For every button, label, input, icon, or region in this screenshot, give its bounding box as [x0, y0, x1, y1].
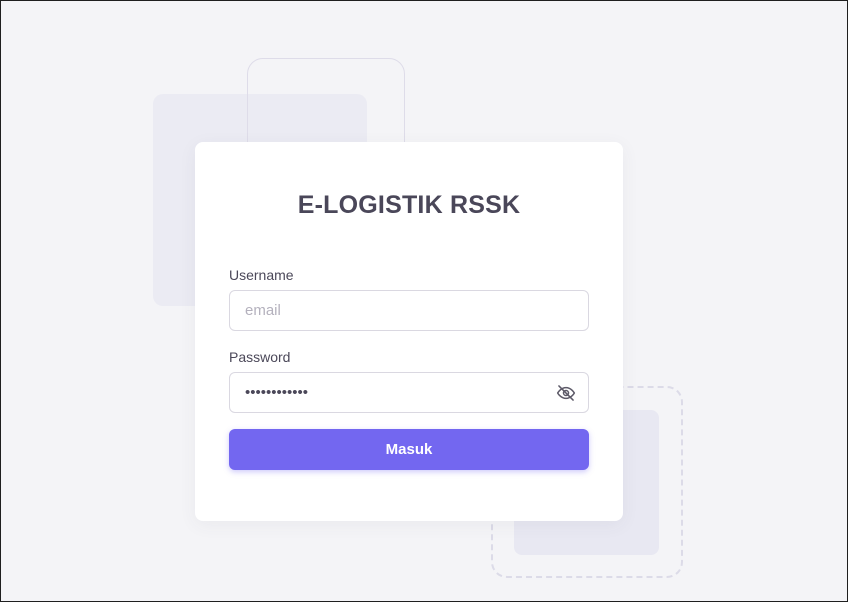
- login-page: E-LOGISTIK RSSK Username Password Masuk: [0, 0, 848, 602]
- login-button[interactable]: Masuk: [229, 429, 589, 470]
- password-input[interactable]: [230, 373, 588, 412]
- page-title: E-LOGISTIK RSSK: [297, 191, 521, 219]
- login-card: E-LOGISTIK RSSK Username Password Masuk: [195, 142, 623, 521]
- username-label: Username: [229, 267, 294, 283]
- username-input[interactable]: [230, 291, 588, 330]
- eye-off-icon[interactable]: [556, 383, 576, 403]
- password-field: [229, 372, 589, 413]
- password-label: Password: [229, 349, 291, 365]
- username-field: [229, 290, 589, 331]
